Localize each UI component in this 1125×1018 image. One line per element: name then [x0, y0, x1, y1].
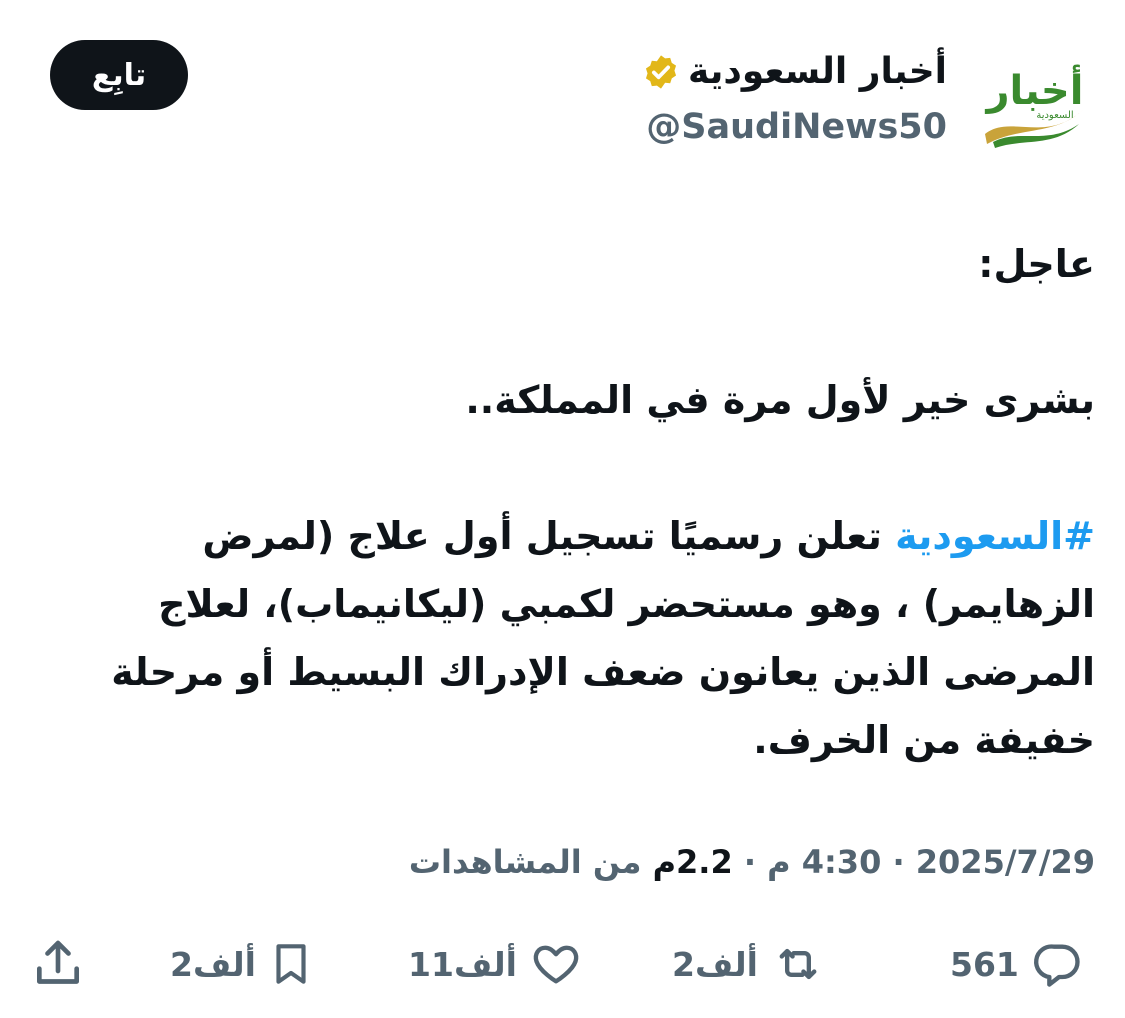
action-bar: 561 2ألف 11ألف 2ألف — [0, 924, 1125, 1004]
user-info: أخبار السعودية @SaudiNews50 — [642, 44, 947, 154]
bookmark-button[interactable]: 2ألف — [170, 924, 316, 1004]
reply-icon — [1029, 938, 1087, 990]
tweet-time[interactable]: 4:30 م — [767, 843, 881, 881]
name-row: أخبار السعودية — [642, 44, 947, 100]
tweet-meta: 2025/7/29 · 4:30 م · 2.2م من المشاهدات — [409, 832, 1095, 892]
tweet-text: عاجل: بشرى خير لأول مرة في المملكة.. #ال… — [30, 230, 1095, 774]
reply-count: 561 — [950, 944, 1019, 984]
like-button[interactable]: 11ألف — [408, 924, 585, 1004]
tweet-date[interactable]: 2025/7/29 — [916, 843, 1095, 881]
display-name[interactable]: أخبار السعودية — [688, 44, 947, 100]
repost-icon — [768, 938, 828, 990]
tweet-line-headline: بشرى خير لأول مرة في المملكة.. — [465, 378, 1095, 422]
views-count: 2.2م — [652, 843, 733, 881]
share-button[interactable] — [30, 924, 86, 1004]
heart-icon — [527, 938, 585, 990]
hashtag-link[interactable]: #السعودية — [895, 514, 1095, 558]
tweet-line-urgent: عاجل: — [978, 242, 1095, 286]
bookmark-count: 2ألف — [170, 944, 256, 984]
avatar[interactable]: أخبار السعودية — [975, 50, 1095, 154]
like-count: 11ألف — [408, 944, 517, 984]
tweet-card: أخبار السعودية أخبار السعودية @SaudiNews… — [0, 0, 1125, 1018]
views-label: من المشاهدات — [408, 843, 642, 881]
reply-button[interactable]: 561 — [950, 924, 1087, 1004]
meta-separator: · — [743, 843, 756, 881]
follow-button[interactable]: تابِع — [50, 40, 188, 110]
avatar-logo-subtext: السعودية — [1036, 110, 1073, 121]
user-handle[interactable]: @SaudiNews50 — [642, 100, 947, 154]
share-icon — [30, 936, 86, 992]
avatar-logo-icon: أخبار السعودية — [985, 64, 1084, 148]
tweet-paragraph: #السعودية تعلن رسميًا تسجيل أول علاج (لم… — [30, 502, 1095, 774]
bookmark-icon — [266, 936, 316, 992]
verified-badge-icon — [642, 53, 680, 91]
meta-separator: · — [892, 843, 905, 881]
repost-button[interactable]: 2ألف — [672, 924, 828, 1004]
repost-count: 2ألف — [672, 944, 758, 984]
avatar-logo-text: أخبار — [985, 64, 1084, 114]
